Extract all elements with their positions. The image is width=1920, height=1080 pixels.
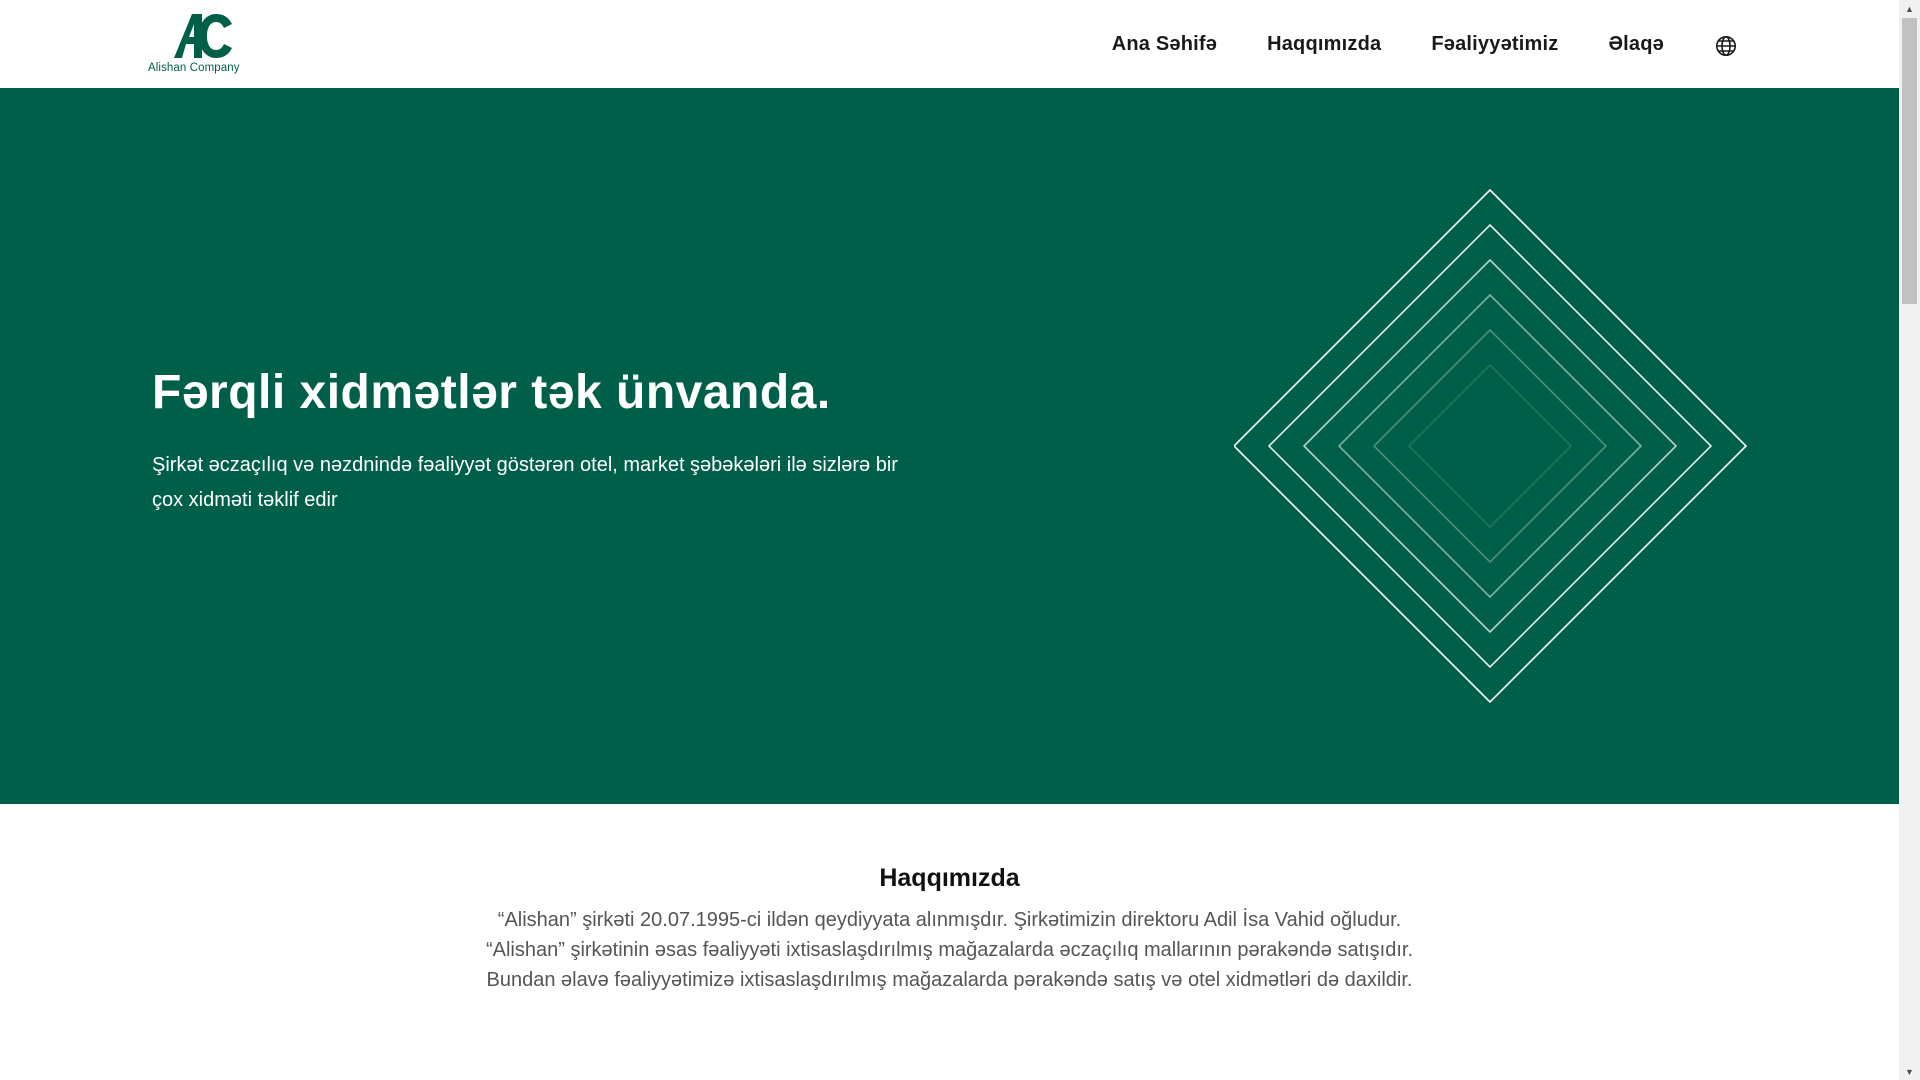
globe-icon[interactable] bbox=[1714, 34, 1738, 58]
hero-section: Fərqli xidmətlər tək ünvanda. Şirkət əcz… bbox=[0, 88, 1899, 804]
nav-item-home[interactable]: Ana Səhifə bbox=[1112, 33, 1217, 56]
logo-link[interactable]: Alishan Company bbox=[148, 10, 256, 78]
nav-item-contact[interactable]: Əlaqə bbox=[1608, 33, 1664, 56]
logo-text: Alishan Company bbox=[148, 62, 240, 74]
scroll-up-arrow-icon[interactable]: ▲ bbox=[1899, 0, 1920, 17]
nav-item-about[interactable]: Haqqımızda bbox=[1267, 33, 1381, 56]
about-title: Haqqımızda bbox=[879, 864, 1020, 892]
logo-icon bbox=[170, 12, 234, 65]
site-header: Alishan Company Ana Səhifə Haqqımızda Fə… bbox=[0, 0, 1899, 88]
page-scrollbar[interactable]: ▲ ▼ bbox=[1899, 0, 1920, 1080]
nested-diamonds-icon bbox=[1234, 188, 1748, 704]
nav-item-activity[interactable]: Fəaliyyətimiz bbox=[1431, 33, 1558, 56]
hero-subtitle: Şirkət əczaçılıq və nəzdnində fəaliyyət … bbox=[152, 454, 898, 511]
hero-title: Fərqli xidmətlər tək ünvanda. bbox=[152, 366, 831, 419]
scroll-down-arrow-icon[interactable]: ▼ bbox=[1899, 1063, 1920, 1080]
about-section: Haqqımızda “Alishan” şirkəti 20.07.1995-… bbox=[0, 804, 1899, 1080]
about-text: “Alishan” şirkəti 20.07.1995-ci ildən qe… bbox=[485, 909, 1414, 991]
main-nav: Ana Səhifə Haqqımızda Fəaliyyətimiz Əlaq… bbox=[1112, 0, 1738, 88]
scroll-thumb[interactable] bbox=[1902, 18, 1917, 304]
